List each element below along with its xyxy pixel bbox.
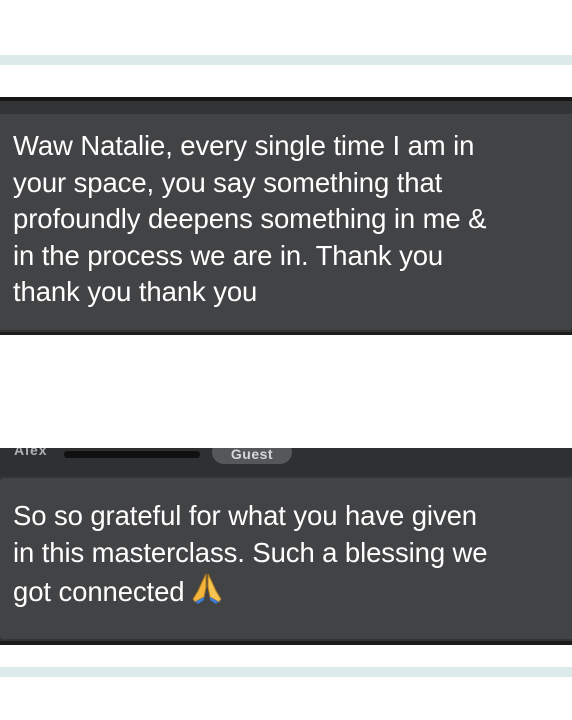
- redacted-name-scribble: [64, 451, 200, 458]
- chat-message-card: Alex Guest So so grateful for what you h…: [0, 448, 572, 645]
- sender-name: Alex: [14, 448, 48, 458]
- sender-row: Alex Guest: [0, 448, 572, 476]
- chat-message-card: Waw Natalie, every single time I am in y…: [0, 97, 572, 335]
- guest-badge: Guest: [212, 448, 292, 464]
- bottom-divider: [0, 667, 572, 677]
- message-text-content: So so grateful for what you have given i…: [13, 500, 488, 607]
- message-text: So so grateful for what you have given i…: [13, 498, 568, 615]
- folded-hands-icon: [190, 571, 224, 615]
- top-divider: [0, 55, 572, 65]
- screenshot-collage: Waw Natalie, every single time I am in y…: [0, 0, 572, 720]
- message-bubble: Waw Natalie, every single time I am in y…: [0, 114, 572, 330]
- message-bubble: So so grateful for what you have given i…: [0, 478, 572, 639]
- message-text: Waw Natalie, every single time I am in y…: [13, 130, 487, 307]
